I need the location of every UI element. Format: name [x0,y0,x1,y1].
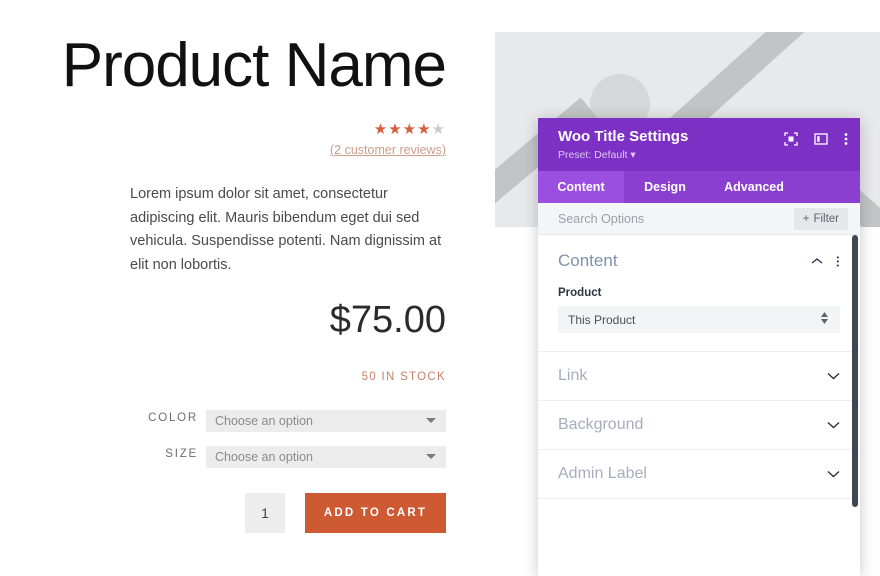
section-content: Content Product This Product [538,235,860,352]
color-select-value: Choose an option [215,414,313,428]
chevron-down-icon [827,421,840,429]
chevron-up-icon[interactable] [811,257,823,265]
filter-button-label: Filter [813,213,839,225]
star-filled-icon: ★ [417,121,432,138]
modal-preset-selector[interactable]: Preset: Default ▾ [558,148,846,162]
scrollbar-thumb[interactable] [852,235,858,507]
chevron-down-icon: ▾ [630,149,636,161]
chevron-down-icon [827,470,840,478]
stock-status: 50 IN STOCK [361,371,446,383]
accordion-background[interactable]: Background [538,401,860,450]
add-to-cart-button[interactable]: ADD TO CART [305,493,446,533]
size-select-value: Choose an option [215,450,313,464]
customer-reviews-link[interactable]: (2 customer reviews) [146,143,446,157]
module-settings-modal: Woo Title Settings Preset: Default ▾ Con… [538,118,860,576]
product-select-value: This Product [568,312,636,327]
stepper-arrows-icon [821,312,828,324]
attribute-row-color: COLOR Choose an option [120,410,446,432]
search-input[interactable] [558,211,758,226]
accordion-admin-label[interactable]: Admin Label [538,450,860,499]
more-vertical-icon[interactable] [844,132,848,146]
tab-content[interactable]: Content [538,171,624,203]
modal-scrollbar[interactable] [852,235,858,576]
tab-design[interactable]: Design [624,171,706,203]
size-select[interactable]: Choose an option [206,446,446,468]
plus-icon: + [802,213,810,225]
modal-header-actions [784,132,848,146]
color-select[interactable]: Choose an option [206,410,446,432]
accordion-link[interactable]: Link [538,352,860,401]
product-select[interactable]: This Product [558,306,840,333]
modal-tabs: Content Design Advanced [538,171,860,203]
product-description: Lorem ipsum dolor sit amet, consectetur … [130,186,442,273]
star-empty-icon: ★ [431,121,446,138]
field-label-product: Product [558,287,602,299]
star-filled-icon: ★ [373,121,389,138]
attribute-label-color: COLOR [148,412,198,424]
filter-button[interactable]: + Filter [793,208,848,230]
modal-preset-label: Preset: Default [558,149,628,161]
product-summary: Product Name ★★★★★ (2 customer reviews) … [0,0,470,576]
section-content-title: Content [558,251,618,270]
accordion-link-label: Link [558,367,588,384]
accordion-admin-label-label: Admin Label [558,465,647,482]
page-title: Product Name [61,31,447,100]
section-content-header: Content [558,251,840,271]
tab-advanced[interactable]: Advanced [706,171,802,203]
star-filled-icon: ★ [388,121,403,138]
layout-columns-icon[interactable] [814,132,828,146]
more-vertical-icon[interactable] [836,255,840,268]
search-bar: + Filter [538,203,860,235]
chevron-down-icon [426,454,436,459]
screenshot-root: Product Name ★★★★★ (2 customer reviews) … [0,0,880,576]
quantity-stepper[interactable]: 1 [245,493,285,533]
modal-body: Content Product This Product Link Backgr… [538,235,860,576]
rating-block: ★★★★★ (2 customer reviews) [146,122,446,158]
modal-header: Woo Title Settings Preset: Default ▾ [538,118,860,171]
accordion-background-label: Background [558,416,644,433]
fullscreen-icon[interactable] [784,132,798,146]
star-rating: ★★★★★ [146,122,446,138]
attribute-row-size: SIZE Choose an option [120,446,446,468]
product-price: $75.00 [329,299,446,341]
chevron-down-icon [426,418,436,423]
section-content-tools [811,255,840,268]
attribute-label-size: SIZE [165,448,198,460]
star-filled-icon: ★ [402,121,418,138]
chevron-down-icon [827,372,840,380]
